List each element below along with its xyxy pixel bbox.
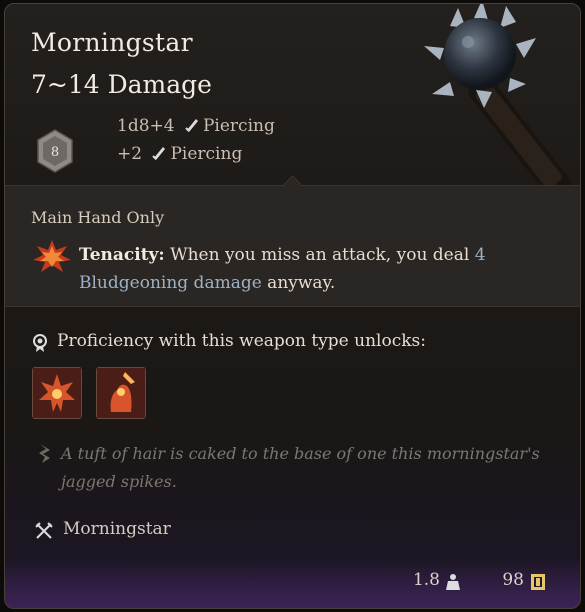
damage-line-2: +2 Piercing bbox=[117, 144, 242, 164]
crossed-weapons-icon bbox=[35, 522, 53, 540]
damage-type: Piercing bbox=[170, 144, 243, 164]
proficiency-icon bbox=[32, 333, 48, 353]
weight-icon bbox=[445, 573, 461, 591]
gold-value: 98 bbox=[502, 570, 524, 590]
die-value: 8 bbox=[51, 145, 59, 160]
tenacity-damage-type[interactable]: Bludgeoning damage bbox=[79, 273, 262, 293]
proficiency-text: Proficiency with this weapon type unlock… bbox=[57, 331, 426, 351]
damage-dice: 1d8+4 bbox=[117, 116, 175, 136]
gold-icon bbox=[530, 573, 546, 591]
action-icon-1[interactable] bbox=[32, 367, 82, 419]
weapon-type: Morningstar bbox=[63, 519, 171, 539]
main-hand-label: Main Hand Only bbox=[31, 208, 165, 227]
lore-quill-icon bbox=[37, 442, 53, 464]
action-icon-2[interactable] bbox=[96, 367, 146, 419]
sword-icon bbox=[185, 119, 198, 132]
tenacity-text-after: anyway. bbox=[261, 273, 336, 293]
tenacity-name: Tenacity: bbox=[79, 245, 165, 265]
tenacity-text-before: When you miss an attack, you deal bbox=[164, 245, 475, 265]
tooltip-footer bbox=[5, 558, 580, 608]
item-tooltip: Morningstar 7~14 Damage 8 1d8+4 Piercing… bbox=[4, 3, 581, 609]
tenacity-icon[interactable] bbox=[31, 238, 73, 274]
damage-type: Piercing bbox=[202, 116, 275, 136]
d8-die-icon: 8 bbox=[35, 128, 75, 174]
tenacity-description: Tenacity: When you miss an attack, you d… bbox=[79, 241, 549, 297]
damage-line-1: 1d8+4 Piercing bbox=[117, 116, 275, 136]
tenacity-amount: 4 bbox=[474, 245, 486, 265]
weight-value: 1.8 bbox=[412, 570, 440, 590]
damage-dice: +2 bbox=[117, 144, 143, 164]
sword-icon bbox=[152, 147, 166, 160]
item-name: Morningstar bbox=[31, 28, 193, 57]
morningstar-art-icon bbox=[424, 4, 572, 188]
damage-range: 7~14 Damage bbox=[31, 70, 212, 99]
flavor-text: A tuft of hair is caked to the base of o… bbox=[61, 444, 540, 491]
